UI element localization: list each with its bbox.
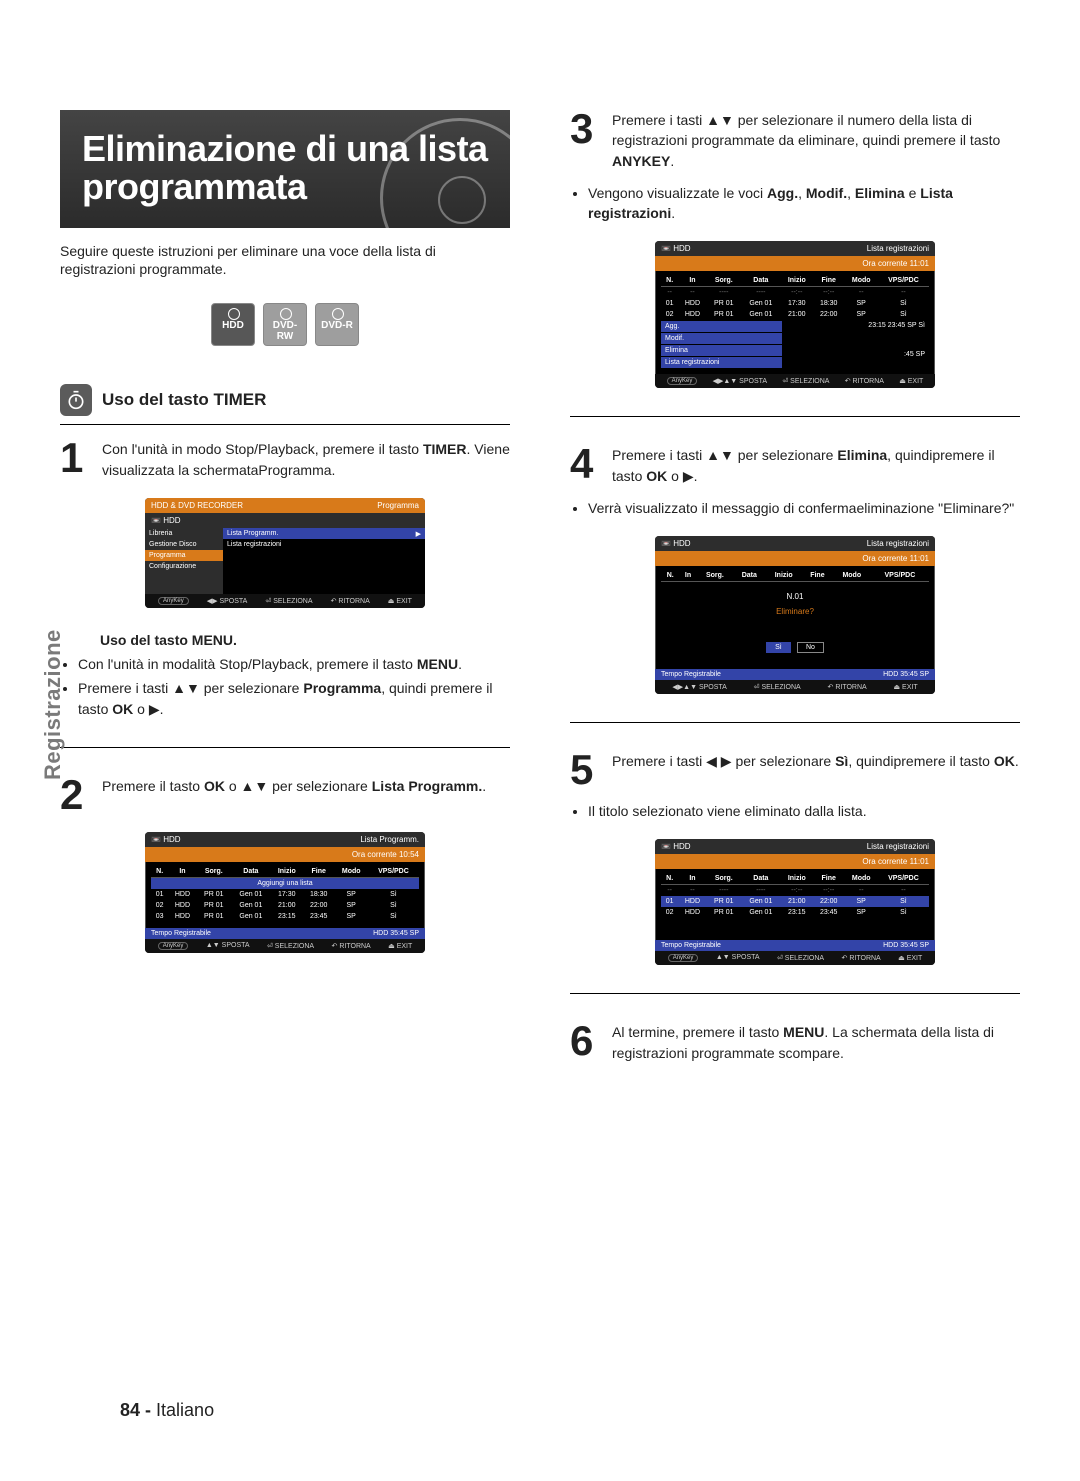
osd-after-delete: 📼 HDD Lista registrazioni Ora corrente 1… — [655, 839, 935, 965]
step-text: Con l'unità in modo Stop/Playback, preme… — [102, 439, 510, 480]
rule — [570, 416, 1020, 417]
step-5-bullets: Il titolo selezionato viene eliminato da… — [570, 801, 1020, 821]
badge-dvd-rw: DVD-RW — [263, 303, 307, 346]
osd-confirm-delete: 📼 HDD Lista registrazioni Ora corrente 1… — [655, 536, 935, 694]
step-number: 1 — [60, 439, 90, 480]
badge-hdd: HDD — [211, 303, 255, 346]
osd-lista-programm: 📼 HDD Lista Programm. Ora corrente 10:54… — [145, 832, 425, 953]
step-number: 2 — [60, 776, 90, 814]
manual-page: Registrazione Eliminazione di una lista … — [0, 0, 1080, 1481]
rule — [570, 722, 1020, 723]
intro-text: Seguire queste istruzioni per eliminare … — [60, 242, 510, 280]
step-text: Premere i tasti ◀ ▶ per selezionare Sì, … — [612, 751, 1019, 789]
step-5: 5 Premere i tasti ◀ ▶ per selezionare Sì… — [570, 751, 1020, 789]
rule — [60, 747, 510, 748]
step-text: Premere i tasti ▲▼ per selezionare il nu… — [612, 110, 1020, 171]
step-4: 4 Premere i tasti ▲▼ per selezionare Eli… — [570, 445, 1020, 486]
step-text: Premere i tasti ▲▼ per selezionare Elimi… — [612, 445, 1020, 486]
left-column: Eliminazione di una lista programmata Se… — [60, 110, 510, 1075]
step-number: 3 — [570, 110, 600, 171]
step-1: 1 Con l'unità in modo Stop/Playback, pre… — [60, 439, 510, 480]
menu-bullets: Con l'unità in modalità Stop/Playback, p… — [60, 654, 510, 719]
section-title: Uso del tasto TIMER — [102, 390, 266, 410]
step-3: 3 Premere i tasti ▲▼ per selezionare il … — [570, 110, 1020, 171]
osd-programma-menu: HDD & DVD RECORDERProgramma 📼 HDD Librer… — [145, 498, 425, 608]
badge-dvd-r: DVD-R — [315, 303, 359, 346]
timer-icon — [60, 384, 92, 416]
step-3-bullets: Vengono visualizzate le voci Agg., Modif… — [570, 183, 1020, 224]
step-2: 2 Premere il tasto OK o ▲▼ per seleziona… — [60, 776, 510, 814]
step-6: 6 Al termine, premere il tasto MENU. La … — [570, 1022, 1020, 1063]
step-number: 6 — [570, 1022, 600, 1063]
rule — [60, 424, 510, 425]
section-heading: Uso del tasto TIMER — [60, 384, 510, 416]
menu-subheading: Uso del tasto MENU. — [100, 632, 510, 648]
rule — [570, 993, 1020, 994]
page-number: 84 - Italiano — [120, 1400, 214, 1421]
step-text: Premere il tasto OK o ▲▼ per selezionare… — [102, 776, 486, 814]
section-tab: Registrazione — [40, 629, 66, 780]
page-title-block: Eliminazione di una lista programmata — [60, 110, 510, 228]
step-number: 4 — [570, 445, 600, 486]
step-4-bullets: Verrà visualizzato il messaggio di confe… — [570, 498, 1020, 518]
osd-context-menu: 📼 HDD Lista registrazioni Ora corrente 1… — [655, 241, 935, 388]
step-text: Al termine, premere il tasto MENU. La sc… — [612, 1022, 1020, 1063]
media-badges: HDD DVD-RW DVD-R — [60, 303, 510, 346]
step-number: 5 — [570, 751, 600, 789]
two-column-layout: Eliminazione di una lista programmata Se… — [60, 110, 1020, 1075]
right-column: 3 Premere i tasti ▲▼ per selezionare il … — [570, 110, 1020, 1075]
